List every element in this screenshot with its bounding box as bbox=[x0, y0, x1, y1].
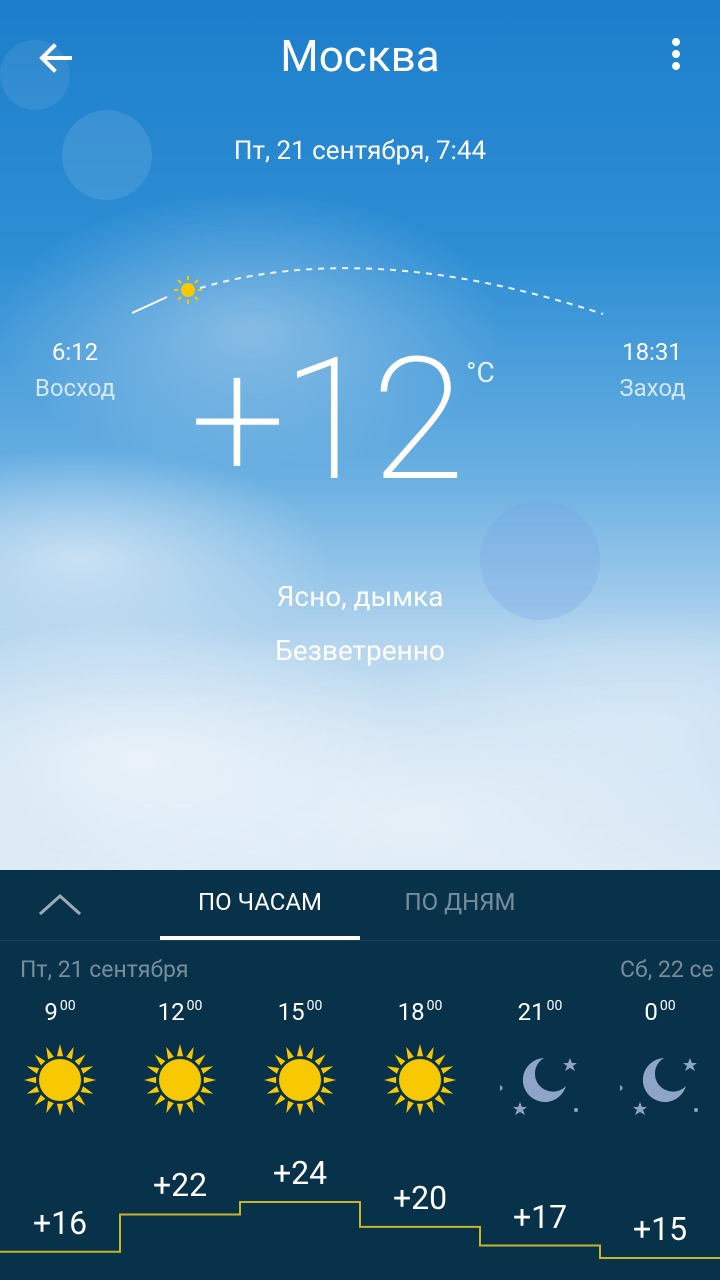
hour-column[interactable]: 18 00 +20 bbox=[360, 870, 480, 1280]
sunset-label: Заход bbox=[619, 374, 686, 402]
temperature-unit: °C bbox=[466, 356, 495, 389]
hour-column[interactable]: 0 00 +15 bbox=[600, 870, 720, 1280]
sun-icon bbox=[260, 1040, 340, 1120]
sun-icon bbox=[20, 1040, 100, 1120]
hour-time: 0 00 bbox=[644, 998, 676, 1026]
forecast-panel: ПО ЧАСАМ ПО ДНЯМ Пт, 21 сентября Сб, 22 … bbox=[0, 870, 720, 1280]
hour-column[interactable]: 15 00 +24 bbox=[240, 870, 360, 1280]
sun-path-arc bbox=[131, 267, 604, 315]
top-bar: Москва bbox=[0, 0, 720, 120]
current-date-time: Пт, 21 сентября, 7:44 bbox=[233, 136, 487, 166]
hour-temperature: +24 bbox=[272, 1154, 328, 1192]
hour-temperature: +16 bbox=[32, 1203, 88, 1242]
moon-stars-icon bbox=[497, 1040, 580, 1120]
hour-temperature: +15 bbox=[632, 1210, 688, 1248]
sun-icon bbox=[140, 1040, 220, 1120]
hour-column[interactable]: 9 00 +16 bbox=[0, 870, 120, 1280]
hour-column[interactable]: 21 00 +17 bbox=[480, 870, 600, 1280]
sun-position-icon bbox=[174, 276, 202, 304]
more-options-icon[interactable] bbox=[664, 38, 688, 78]
city-title: Москва bbox=[280, 30, 440, 82]
hour-temperature: +20 bbox=[392, 1178, 448, 1217]
hour-time: 21 00 bbox=[517, 998, 563, 1026]
hour-time: 12 00 bbox=[157, 998, 203, 1026]
moon-stars-icon bbox=[617, 1040, 700, 1120]
sky-background: Москва Пт, 21 сентября, 7:44 6:12 Восход… bbox=[0, 0, 720, 870]
sunrise-time: 6:12 bbox=[51, 338, 99, 366]
sun-icon bbox=[380, 1040, 460, 1120]
hour-column[interactable]: 12 00 +22 bbox=[120, 870, 240, 1280]
hour-temperature: +22 bbox=[152, 1166, 208, 1205]
sunrise-label: Восход bbox=[34, 374, 116, 402]
weather-condition: Ясно, дымка bbox=[276, 580, 444, 613]
wind-status: Безветренно bbox=[275, 634, 445, 667]
hour-time: 18 00 bbox=[397, 998, 443, 1026]
sunset-time: 18:31 bbox=[622, 338, 682, 366]
hour-temperature: +17 bbox=[512, 1197, 568, 1236]
hour-time: 15 00 bbox=[277, 998, 323, 1026]
hour-time: 9 00 bbox=[44, 998, 76, 1026]
current-temperature: +12 bbox=[190, 320, 465, 520]
